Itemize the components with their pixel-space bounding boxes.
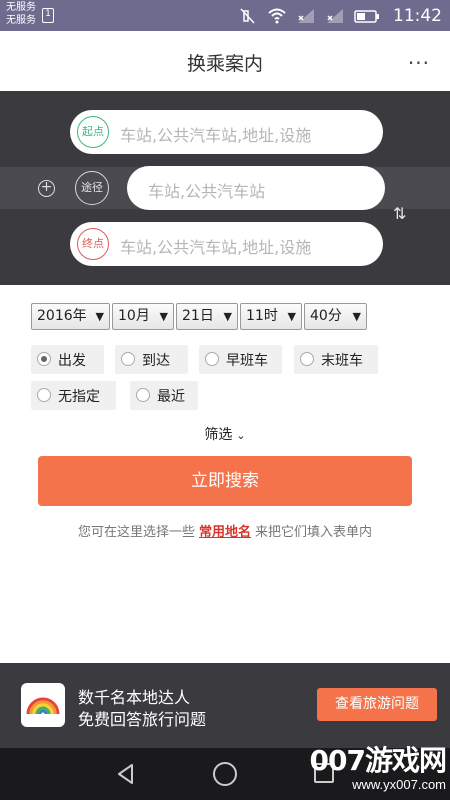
day-value: 21日 xyxy=(182,308,214,324)
clock-time: 11:42 xyxy=(393,6,442,26)
filter-toggle[interactable]: 筛选 ⌄ xyxy=(0,424,450,444)
saved-places-hint: 您可在这里选择一些 常用地名 来把它们填入表单内 xyxy=(0,521,450,540)
month-select[interactable]: 10月 ▼ xyxy=(112,303,174,330)
site-watermark: 007游戏网 www.yx007.com xyxy=(309,744,447,793)
carrier-line-2: 无服务 xyxy=(6,15,36,26)
filter-label: 筛选 xyxy=(204,427,233,443)
hour-value: 11时 xyxy=(246,308,278,324)
status-bar: 无服务 无服务 1 11:42 xyxy=(0,0,450,31)
from-station-input[interactable]: 起点 车站,公共汽车站,地址,设施 xyxy=(70,110,383,154)
banner-headline: 数千名本地达人 xyxy=(78,688,191,707)
battery-icon xyxy=(354,10,379,23)
watermark-url: www.yx007.com xyxy=(352,777,446,792)
from-placeholder: 车站,公共汽车站,地址,设施 xyxy=(120,126,312,145)
search-button[interactable]: 立即搜索 xyxy=(38,456,412,506)
radio-first-train[interactable]: 早班车 xyxy=(199,345,282,374)
dropdown-arrow-icon: ▼ xyxy=(352,310,361,323)
dropdown-arrow-icon: ▼ xyxy=(95,310,104,323)
hour-select[interactable]: 11时 ▼ xyxy=(240,303,302,330)
datetime-selectors: 2016年 ▼ 10月 ▼ 21日 ▼ 11时 ▼ 40分 ▼ xyxy=(31,303,367,330)
via-station-input[interactable]: 车站,公共汽车站 xyxy=(127,166,385,210)
to-badge: 终点 xyxy=(77,228,109,260)
radio-dot-selected xyxy=(37,352,51,366)
radio-depart[interactable]: 出发 xyxy=(31,345,104,374)
radio-dot xyxy=(205,352,219,366)
wifi-icon xyxy=(268,8,286,24)
mute-icon xyxy=(240,8,255,24)
radio-label: 末班车 xyxy=(321,353,363,369)
via-placeholder: 车站,公共汽车站 xyxy=(148,182,266,201)
sim-card-icon: 1 xyxy=(42,8,54,23)
minute-value: 40分 xyxy=(310,308,342,324)
add-via-icon[interactable]: + xyxy=(38,180,55,197)
month-value: 10月 xyxy=(118,308,150,324)
to-station-input[interactable]: 终点 车站,公共汽车站,地址,设施 xyxy=(70,222,383,266)
year-value: 2016年 xyxy=(37,308,87,324)
rainbow-icon-graphic xyxy=(26,697,60,715)
back-icon[interactable] xyxy=(116,763,136,785)
view-travel-questions-button[interactable]: 查看旅游问题 xyxy=(317,688,437,721)
carrier-text: 无服务 无服务 xyxy=(6,1,36,27)
status-icons: 11:42 xyxy=(238,5,442,27)
radio-label: 出发 xyxy=(58,353,86,369)
radio-dot xyxy=(300,352,314,366)
radio-label: 最近 xyxy=(157,389,185,405)
swap-direction-icon[interactable]: ⇅ xyxy=(393,204,406,223)
radio-dot xyxy=(121,352,135,366)
radio-unspecified[interactable]: 无指定 xyxy=(31,381,116,410)
year-select[interactable]: 2016年 ▼ xyxy=(31,303,110,330)
radio-arrive[interactable]: 到达 xyxy=(115,345,188,374)
radio-dot xyxy=(37,388,51,402)
radio-nearest[interactable]: 最近 xyxy=(130,381,198,410)
via-badge: 途径 xyxy=(75,171,109,205)
minute-select[interactable]: 40分 ▼ xyxy=(304,303,367,330)
radio-label: 早班车 xyxy=(226,353,268,369)
signal-x-icon xyxy=(327,9,343,23)
rainbow-icon xyxy=(21,683,65,727)
carrier-line-1: 无服务 xyxy=(6,2,36,13)
saved-places-link[interactable]: 常用地名 xyxy=(199,525,251,540)
radio-last-train[interactable]: 末班车 xyxy=(294,345,378,374)
to-placeholder: 车站,公共汽车站,地址,设施 xyxy=(120,238,312,257)
app-root: 无服务 无服务 1 11:42 换乘案内 ··· 起点 车站,公共汽车站,地址,… xyxy=(0,0,450,800)
more-menu-icon[interactable]: ··· xyxy=(408,51,430,75)
page-title: 换乘案内 xyxy=(186,53,263,75)
hint-prefix: 您可在这里选择一些 xyxy=(77,525,195,540)
radio-dot xyxy=(136,388,150,402)
dropdown-arrow-icon: ▼ xyxy=(159,310,168,323)
chevron-down-icon: ⌄ xyxy=(236,429,246,442)
title-bar: 换乘案内 ··· xyxy=(0,31,450,91)
signal-x-icon xyxy=(298,9,314,23)
banner-subline: 免费回答旅行问题 xyxy=(78,710,207,729)
radio-label: 到达 xyxy=(142,353,170,369)
route-search-panel: 起点 车站,公共汽车站,地址,设施 + 途径 车站,公共汽车站 ⇅ 终点 车站,… xyxy=(0,91,450,285)
radio-label: 无指定 xyxy=(58,389,100,405)
hint-suffix: 来把它们填入表单内 xyxy=(255,525,373,540)
day-select[interactable]: 21日 ▼ xyxy=(176,303,238,330)
watermark-title: 007游戏网 xyxy=(309,744,447,777)
promo-banner: 数千名本地达人 免费回答旅行问题 查看旅游问题 xyxy=(0,663,450,748)
dropdown-arrow-icon: ▼ xyxy=(287,310,296,323)
home-icon[interactable] xyxy=(213,762,237,786)
dropdown-arrow-icon: ▼ xyxy=(223,310,232,323)
from-badge: 起点 xyxy=(77,116,109,148)
